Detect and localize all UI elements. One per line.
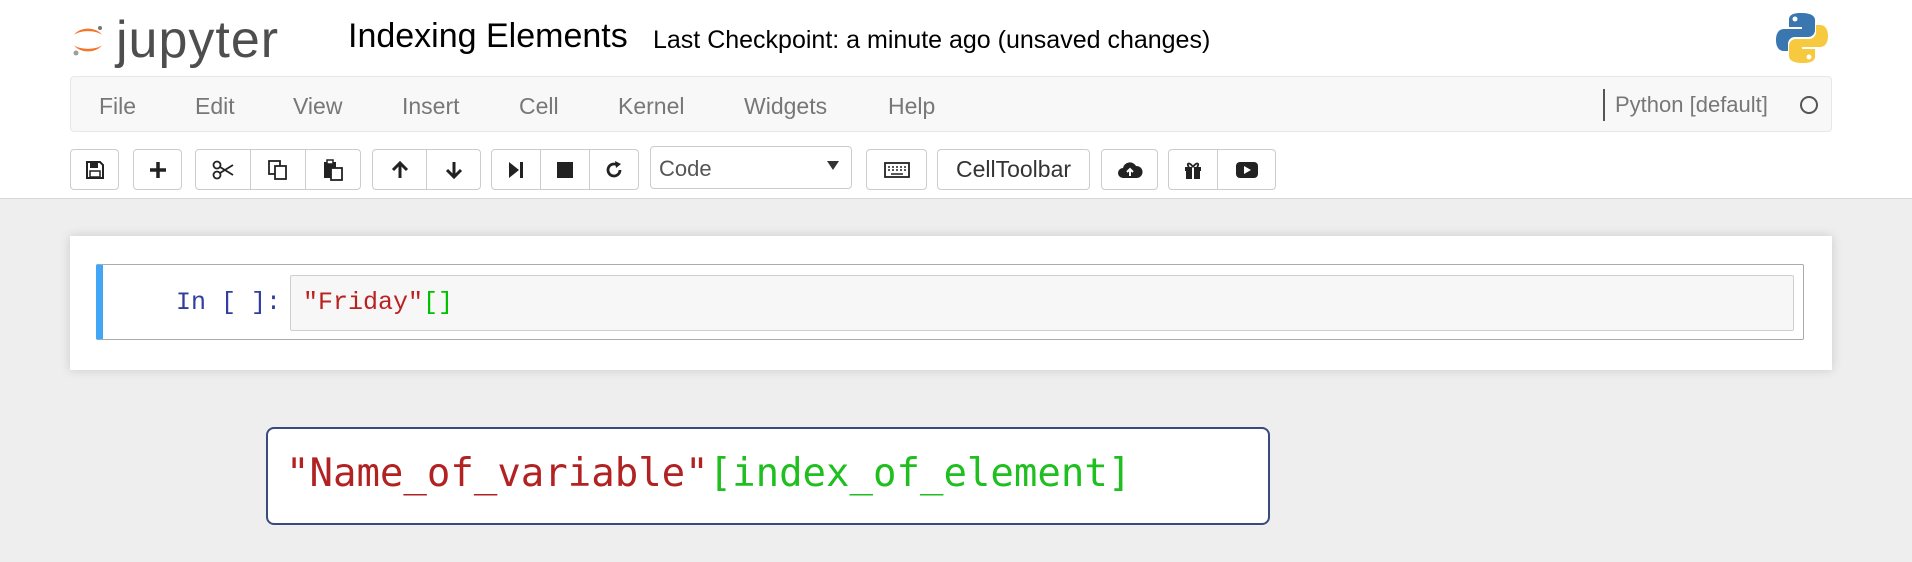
refresh-icon xyxy=(606,160,622,177)
checkpoint-status: Last Checkpoint: a minute ago (unsaved c… xyxy=(653,26,1211,54)
jupyter-wordmark: jupyter xyxy=(116,11,280,69)
gift-icon xyxy=(1185,162,1201,179)
cell-type-value: Code xyxy=(659,156,712,181)
menu-view[interactable]: View xyxy=(293,93,342,120)
jupyter-orbit-icon xyxy=(73,26,102,56)
notebook-header: jupyter Indexing Elements Last Checkpoin… xyxy=(0,0,1912,199)
keyboard-icon xyxy=(883,161,910,178)
input-prompt: In [ ]: xyxy=(176,288,282,317)
upload-button[interactable] xyxy=(1101,149,1158,190)
menu-insert[interactable]: Insert xyxy=(402,93,460,120)
move-up-button[interactable] xyxy=(372,149,427,190)
copy-icon xyxy=(268,159,287,180)
save-button[interactable] xyxy=(70,149,119,190)
celltoolbar-label: CellToolbar xyxy=(955,156,1072,182)
scissors-icon xyxy=(212,160,234,179)
menu-file[interactable]: File xyxy=(99,93,136,120)
syntax-overlay-box: "Name_of_variable"[index_of_element] xyxy=(266,427,1270,525)
code-input-area[interactable]: "Friday"[] xyxy=(290,275,1794,331)
kernel-separator xyxy=(1603,89,1605,121)
notebook-title[interactable]: Indexing Elements xyxy=(348,17,628,56)
menu-widgets[interactable]: Widgets xyxy=(744,93,827,120)
menu-edit[interactable]: Edit xyxy=(195,93,235,120)
youtube-button[interactable] xyxy=(1217,149,1276,190)
save-icon xyxy=(85,160,104,179)
arrow-up-icon xyxy=(391,160,408,178)
cloud-upload-icon xyxy=(1117,161,1143,178)
play-video-icon xyxy=(1235,161,1258,178)
cut-button[interactable] xyxy=(195,149,251,190)
kernel-name[interactable]: Python [default] xyxy=(1615,92,1768,118)
paste-icon xyxy=(324,158,343,181)
cell-type-select[interactable]: Code xyxy=(650,146,852,189)
code-line: "Friday"[] xyxy=(303,288,453,317)
syntax-line: "Name_of_variable"[index_of_element] xyxy=(286,451,1131,496)
plus-icon xyxy=(149,161,166,178)
python-logo-icon xyxy=(1776,13,1828,63)
jupyter-logo[interactable]: jupyter xyxy=(70,10,279,70)
kernel-idle-circle-icon xyxy=(1800,96,1818,114)
code-string-literal: "Friday" xyxy=(303,288,424,317)
celltoolbar-button[interactable]: CellToolbar xyxy=(937,149,1090,190)
syntax-index-part: [index_of_element] xyxy=(708,451,1132,496)
paste-button[interactable] xyxy=(305,149,361,190)
run-button[interactable] xyxy=(491,149,541,190)
move-down-button[interactable] xyxy=(426,149,481,190)
restart-kernel-button[interactable] xyxy=(589,149,639,190)
insert-cell-button[interactable] xyxy=(133,149,182,190)
code-brackets: [] xyxy=(423,288,454,317)
command-palette-button[interactable] xyxy=(866,149,927,190)
copy-button[interactable] xyxy=(250,149,306,190)
syntax-name-part: "Name_of_variable" xyxy=(286,451,709,496)
chevron-down-icon xyxy=(827,161,839,170)
menu-bar: File Edit View Insert Cell Kernel Widget… xyxy=(70,76,1832,132)
interrupt-button[interactable] xyxy=(540,149,590,190)
arrow-down-icon xyxy=(445,161,462,179)
menu-help[interactable]: Help xyxy=(888,93,935,120)
stop-icon xyxy=(557,161,573,178)
gift-button[interactable] xyxy=(1168,149,1218,190)
menu-cell[interactable]: Cell xyxy=(519,93,559,120)
menu-kernel[interactable]: Kernel xyxy=(618,93,684,120)
step-forward-icon xyxy=(509,161,523,178)
